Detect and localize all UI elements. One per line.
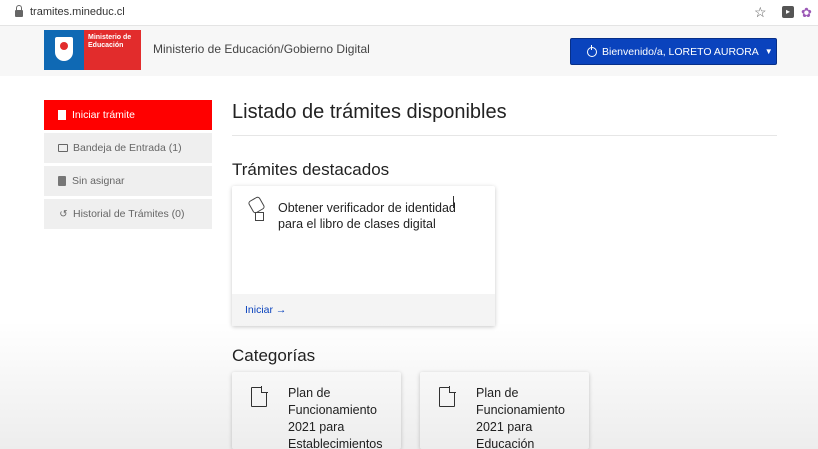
categories-heading: Categorías xyxy=(232,346,316,365)
featured-heading: Trámites destacados xyxy=(232,160,390,179)
page-title: Listado de trámites disponibles xyxy=(232,101,507,123)
caret-down-icon: ▼ xyxy=(764,47,773,56)
coat-of-arms-icon xyxy=(44,30,84,70)
inbox-icon xyxy=(58,144,68,152)
bookmark-star-icon[interactable]: ☆ xyxy=(754,4,767,21)
sidebar-item-iniciar-tramite[interactable]: Iniciar trámite xyxy=(44,100,212,130)
ministry-logo[interactable]: Ministerio de Educación xyxy=(44,30,141,70)
title-divider xyxy=(232,135,777,136)
category-card[interactable]: Plan de Funcionamiento 2021 para Estable… xyxy=(232,372,401,449)
extension-icon[interactable]: ▸ xyxy=(782,6,794,18)
site-header: Ministerio de Educación Ministerio de Ed… xyxy=(0,26,818,76)
extension-puzzle-icon[interactable]: ✿ xyxy=(801,5,812,21)
document-icon xyxy=(58,110,66,120)
sidebar-item-label: Iniciar trámite xyxy=(72,109,136,121)
history-icon: ↺ xyxy=(59,208,68,220)
clipboard-icon xyxy=(58,176,66,186)
bottom-shade xyxy=(0,320,818,449)
category-label: Plan de Funcionamiento 2021 para Educaci… xyxy=(476,386,565,449)
browser-address-bar[interactable]: tramites.mineduc.cl ☆ ▸ ✿ xyxy=(0,0,818,26)
featured-card[interactable]: Obtener verificador de identidad para el… xyxy=(232,186,495,326)
power-icon xyxy=(587,44,597,57)
sidebar-item-label: Historial de Trámites (0) xyxy=(73,208,185,220)
category-label: Plan de Funcionamiento 2021 para Estable… xyxy=(288,386,383,449)
lock-icon xyxy=(15,5,23,18)
file-icon xyxy=(439,386,456,407)
sidebar-item-label: Bandeja de Entrada (1) xyxy=(73,142,182,154)
url-text[interactable]: tramites.mineduc.cl xyxy=(30,6,125,18)
sidebar-item-sin-asignar[interactable]: Sin asignar xyxy=(44,166,212,196)
sidebar-item-historial[interactable]: ↺ Historial de Trámites (0) xyxy=(44,199,212,229)
welcome-label: Bienvenido/a, LORETO AURORA xyxy=(602,45,759,58)
text-cursor xyxy=(453,196,454,208)
category-card[interactable]: Plan de Funcionamiento 2021 para Educaci… xyxy=(420,372,589,449)
featured-card-footer: Iniciar → xyxy=(232,294,495,326)
id-verifier-icon xyxy=(247,195,267,222)
org-title: Ministerio de Educación/Gobierno Digital xyxy=(153,42,370,56)
sidebar-item-label: Sin asignar xyxy=(72,175,125,187)
iniciar-link[interactable]: Iniciar → xyxy=(245,304,286,316)
user-menu-button[interactable]: Bienvenido/a, LORETO AURORA ▼ xyxy=(570,38,777,65)
file-icon xyxy=(251,386,268,407)
logo-text: Ministerio de Educación xyxy=(84,30,141,70)
sidebar-item-bandeja-entrada[interactable]: Bandeja de Entrada (1) xyxy=(44,133,212,163)
